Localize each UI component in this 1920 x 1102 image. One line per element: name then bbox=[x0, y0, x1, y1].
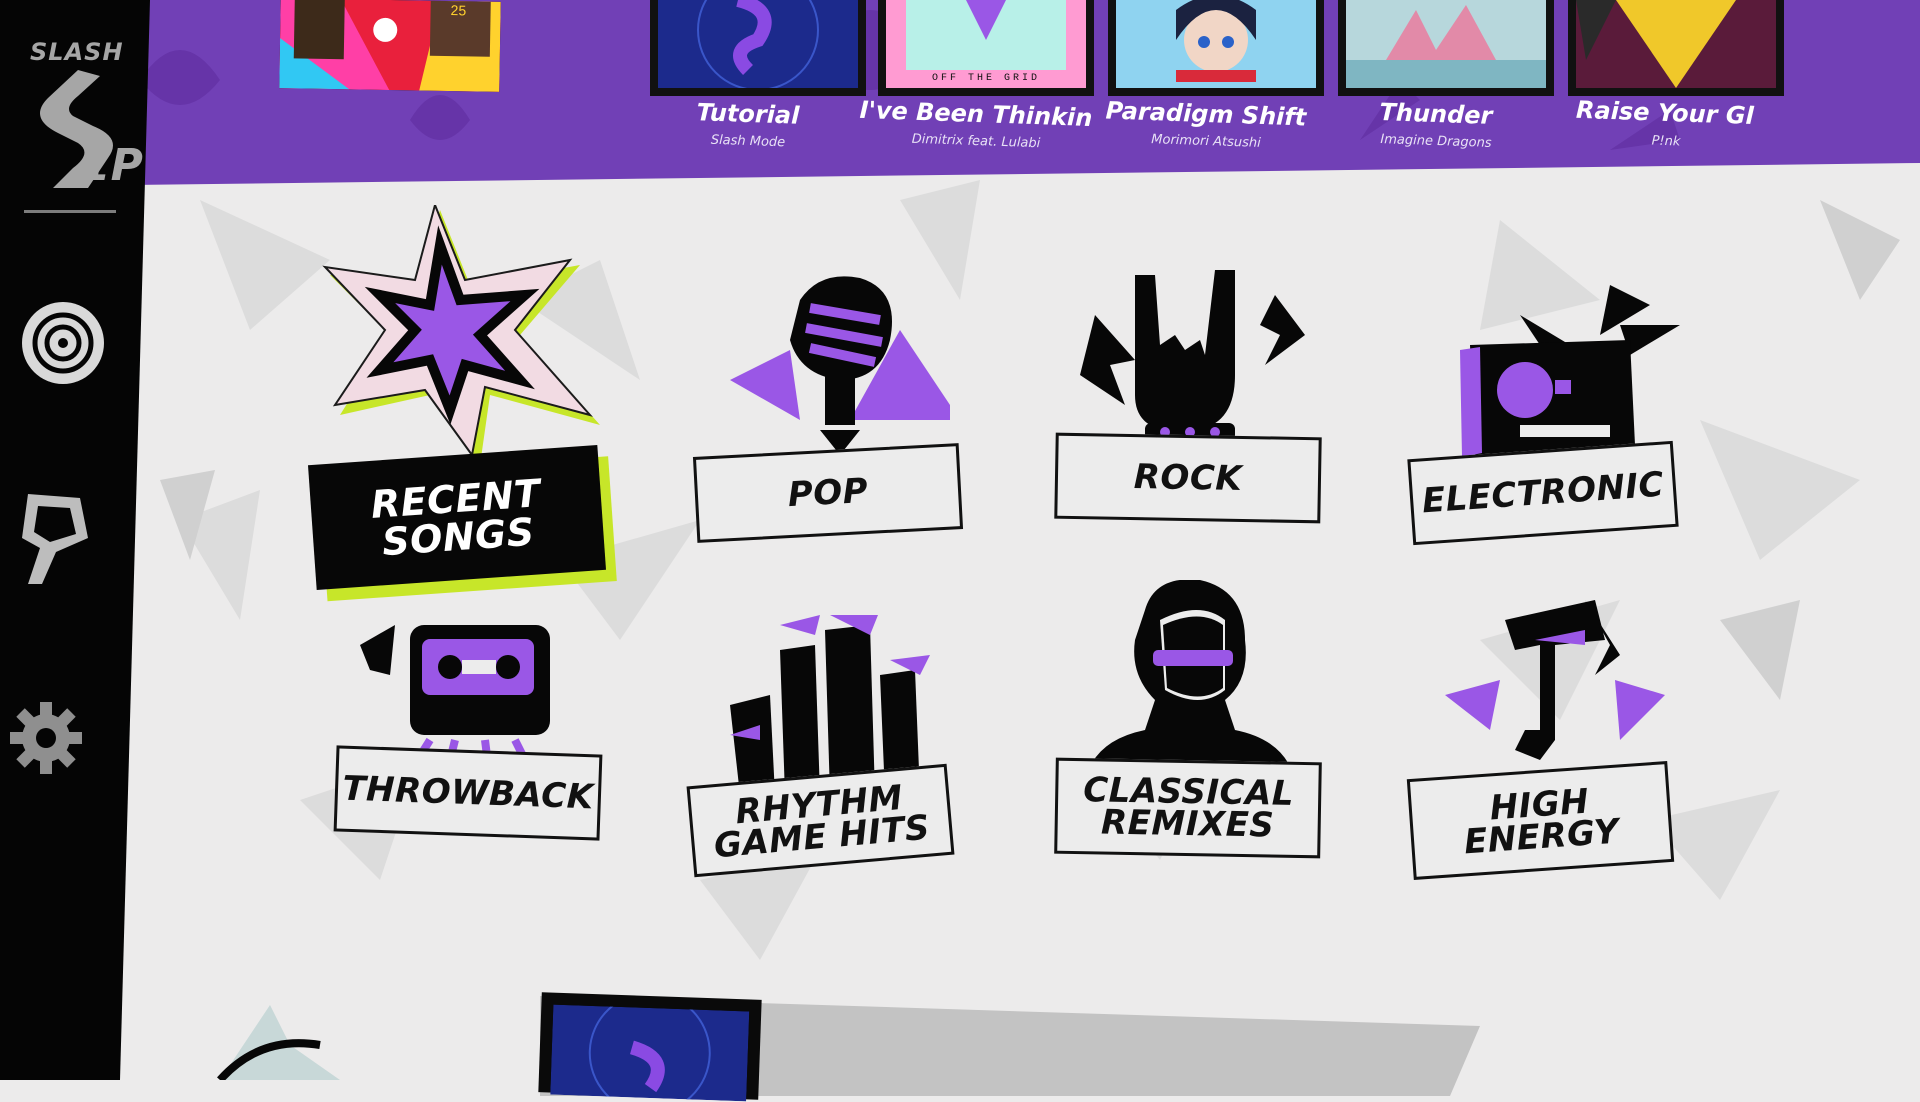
sidebar-divider bbox=[24, 210, 116, 213]
album-art bbox=[1338, 0, 1554, 96]
song-card-paradigm-shift[interactable]: Paradigm Shift Morimori Atsushi bbox=[1086, 0, 1326, 170]
genre-label: CLASSICAL REMIXES bbox=[1082, 770, 1295, 846]
genre-plate: HIGH ENERGY bbox=[1406, 761, 1675, 880]
genre-tile-recent-songs[interactable]: RECENT SONGS bbox=[300, 205, 630, 605]
rock-hand-icon bbox=[1080, 270, 1305, 441]
gear-icon[interactable] bbox=[8, 700, 84, 776]
genre-tile-electronic[interactable]: ELECTRONIC bbox=[1405, 285, 1685, 570]
song-card[interactable]: 25 bbox=[279, 0, 520, 170]
album-art bbox=[1108, 0, 1324, 96]
album-art bbox=[650, 0, 866, 96]
song-card-tutorial[interactable]: Tutorial Slash Mode bbox=[628, 0, 868, 170]
genre-plate: POP bbox=[692, 443, 964, 543]
album-art: 25 bbox=[279, 0, 501, 92]
song-artist: Imagine Dragons bbox=[1380, 132, 1492, 151]
genre-label: THROWBACK bbox=[341, 768, 595, 818]
album-art bbox=[550, 1004, 750, 1102]
genre-plate: RHYTHM GAME HITS bbox=[686, 763, 955, 878]
genre-tile-high-energy[interactable]: HIGH ENERGY bbox=[1405, 600, 1685, 900]
boombox-icon bbox=[1460, 285, 1680, 457]
song-title: Tutorial bbox=[696, 98, 800, 130]
genre-tile-rock[interactable]: ROCK bbox=[1054, 255, 1335, 545]
song-card-raise-your-glass[interactable]: Raise Your Gl P!nk bbox=[1546, 0, 1786, 170]
search-icon[interactable] bbox=[14, 488, 96, 588]
genre-tile-classical-remixes[interactable]: CLASSICAL REMIXES bbox=[1054, 580, 1335, 880]
song-title: Raise Your Gl bbox=[1575, 95, 1755, 131]
song-card-ive-been-thinkin[interactable]: OFF THE GRID I've Been Thinkin Dimitrix … bbox=[856, 0, 1096, 170]
genre-label: RECENT SONGS bbox=[369, 470, 542, 564]
genre-label: HIGH ENERGY bbox=[1462, 781, 1621, 862]
microphone-icon bbox=[730, 276, 950, 455]
svg-text:25: 25 bbox=[450, 2, 466, 18]
song-artist: Dimitrix feat. Lulabi bbox=[911, 131, 1041, 152]
genre-label: ELECTRONIC bbox=[1420, 464, 1666, 522]
genre-plate: ELECTRONIC bbox=[1407, 440, 1679, 546]
song-strip: 25 Tutorial Slash Mode OFF THE GRID I've… bbox=[110, 0, 1920, 185]
genre-plate: ROCK bbox=[1054, 432, 1322, 524]
bottom-decoration bbox=[217, 1005, 340, 1080]
preview-album-art[interactable] bbox=[538, 992, 762, 1102]
genre-tile-rhythm-game-hits[interactable]: RHYTHM GAME HITS bbox=[686, 615, 970, 905]
player-label: 1P bbox=[80, 140, 143, 191]
album-art: OFF THE GRID bbox=[878, 0, 1094, 96]
song-artist: Slash Mode bbox=[710, 132, 786, 151]
song-card-thunder[interactable]: Thunder Imagine Dragons bbox=[1316, 0, 1556, 170]
album-art bbox=[1568, 0, 1784, 96]
star-icon bbox=[322, 205, 600, 465]
disc-icon[interactable] bbox=[20, 300, 106, 386]
genre-tile-throwback[interactable]: THROWBACK bbox=[330, 615, 610, 865]
genre-plate: THROWBACK bbox=[333, 745, 603, 841]
genre-plate: RECENT SONGS bbox=[307, 445, 607, 590]
genre-label: RHYTHM GAME HITS bbox=[712, 777, 932, 866]
svg-text:OFF THE GRID: OFF THE GRID bbox=[932, 73, 1040, 84]
song-title: Paradigm Shift bbox=[1105, 96, 1307, 132]
genre-label: ROCK bbox=[1133, 457, 1243, 499]
song-artist: P!nk bbox=[1651, 133, 1681, 150]
composer-bust-icon bbox=[1085, 580, 1295, 780]
genre-label: POP bbox=[786, 470, 870, 516]
genre-tile-pop[interactable]: POP bbox=[690, 270, 970, 550]
genre-plate: CLASSICAL REMIXES bbox=[1054, 757, 1322, 859]
song-title: Thunder bbox=[1379, 98, 1493, 130]
music-note-icon bbox=[1445, 600, 1665, 760]
song-title: I've Been Thinkin bbox=[859, 95, 1093, 133]
song-artist: Morimori Atsushi bbox=[1151, 132, 1261, 151]
